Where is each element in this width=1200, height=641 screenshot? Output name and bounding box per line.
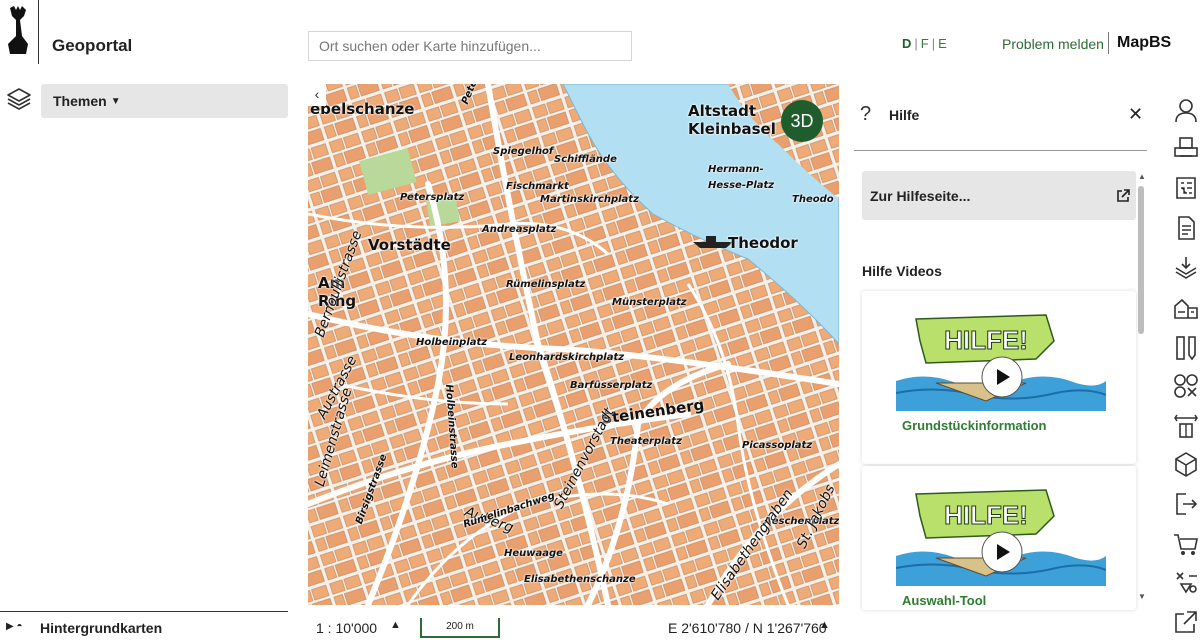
map-label: Petersplatz: [400, 192, 465, 203]
scale-menu-caret-icon[interactable]: ▲: [390, 619, 401, 631]
map-label: Picassoplatz: [742, 440, 813, 451]
help-page-link[interactable]: Zur Hilfeseite...: [862, 171, 1136, 220]
video-thumbnail: HILFE!: [896, 486, 1106, 586]
map-label: Barfüsserplatz: [570, 380, 653, 391]
scalebar: 200 m: [420, 618, 500, 638]
help-title: Hilfe: [889, 107, 920, 123]
ruler-pencil-icon[interactable]: [1172, 334, 1200, 362]
map-label: Martinskirchplatz: [540, 194, 639, 205]
3d-toggle-button[interactable]: 3D: [781, 100, 823, 142]
basel-logo: [8, 6, 28, 54]
tree-list-icon[interactable]: [1172, 174, 1200, 202]
scroll-down-icon[interactable]: ▼: [1138, 592, 1146, 601]
map-label: Rümelinsplatz: [506, 279, 586, 290]
language-switcher: D | F | E: [902, 36, 947, 51]
map-label: Kleinbasel: [688, 120, 776, 138]
app-title: Geoportal: [52, 36, 133, 55]
video-card[interactable]: HILFE! Grundstückinformation: [862, 291, 1136, 464]
help-videos-heading: Hilfe Videos: [862, 263, 942, 279]
caret-down-icon: ▼: [110, 96, 121, 107]
bottom-divider: [0, 611, 288, 612]
building-measure-icon[interactable]: [1172, 294, 1200, 322]
search-input[interactable]: [308, 31, 632, 61]
map-label: Holbeinplatz: [416, 337, 488, 348]
video-thumbnail: HILFE!: [896, 311, 1106, 411]
document-icon[interactable]: [1172, 214, 1200, 242]
map-label: Andreasplatz: [482, 224, 557, 235]
external-window-icon[interactable]: [1172, 608, 1200, 636]
background-maps-label[interactable]: Hintergrundkarten: [40, 620, 162, 636]
share-icon[interactable]: [1172, 568, 1200, 596]
external-link-icon: [1117, 189, 1130, 202]
question-icon: ?: [860, 103, 872, 125]
map-label: Hermann-: [708, 164, 764, 175]
logo-divider: [38, 0, 39, 64]
map-label: Hesse-Platz: [708, 180, 775, 191]
lang-de[interactable]: D: [902, 36, 911, 51]
compare-icon[interactable]: [1172, 412, 1200, 440]
banner-text: HILFE!: [944, 500, 1028, 530]
background-maps-toggle-icon[interactable]: ▶ ◓: [6, 621, 23, 632]
scroll-up-icon[interactable]: ▲: [1138, 172, 1146, 181]
map-label: Altstadt: [688, 102, 757, 120]
cart-icon[interactable]: [1172, 530, 1200, 558]
brand-divider: [1108, 32, 1109, 54]
collapse-panel-button[interactable]: ‹: [308, 84, 326, 106]
layers-download-icon[interactable]: [1172, 254, 1200, 282]
report-problem-link[interactable]: Problem melden: [1002, 36, 1104, 52]
coords-menu-caret-icon[interactable]: ▲: [819, 619, 830, 631]
map-label: Heuwaage: [504, 548, 563, 559]
video-title[interactable]: Auswahl-Tool: [902, 593, 986, 608]
help-divider: [854, 150, 1147, 151]
banner-text: HILFE!: [944, 325, 1028, 355]
user-icon[interactable]: [1172, 96, 1200, 124]
brand-label: MapBS: [1117, 34, 1172, 51]
map-canvas[interactable]: Altstadt Kleinbasel Vorstädte Am Ring Theodor…: [308, 84, 839, 605]
scale-readout: 1 : 10'000: [316, 620, 378, 636]
print-icon[interactable]: [1172, 134, 1200, 162]
lang-en[interactable]: E: [938, 36, 947, 51]
map-label: Münsterplatz: [612, 297, 687, 308]
themes-label: Themen: [53, 93, 107, 109]
map-label: Theodo: [792, 194, 834, 205]
map-label: Theaterplatz: [610, 436, 682, 447]
coordinates-readout: E 2'610'780 / N 1'267'760: [668, 620, 827, 636]
shapes-icon[interactable]: [1172, 372, 1200, 400]
scroll-thumb[interactable]: [1138, 186, 1144, 334]
3d-box-icon[interactable]: [1172, 450, 1200, 478]
map-label: Spiegelhof: [493, 146, 554, 157]
themes-dropdown[interactable]: Themen ▼: [41, 84, 288, 118]
close-icon[interactable]: ✕: [1128, 104, 1143, 125]
map-label: Fischmarkt: [506, 181, 569, 192]
map-label: Schifflände: [554, 154, 617, 165]
video-title[interactable]: Grundstückinformation: [902, 418, 1046, 433]
map-label: Leonhardskirchplatz: [509, 352, 625, 363]
map-label: Vorstädte: [368, 236, 451, 254]
video-card[interactable]: HILFE! Auswahl-Tool: [862, 466, 1136, 610]
lang-fr[interactable]: F: [921, 36, 929, 51]
map-label: Theodor: [728, 234, 798, 252]
layers-icon[interactable]: [6, 86, 32, 112]
map-label: Elisabethenschanze: [524, 574, 636, 585]
export-icon[interactable]: [1172, 490, 1200, 518]
